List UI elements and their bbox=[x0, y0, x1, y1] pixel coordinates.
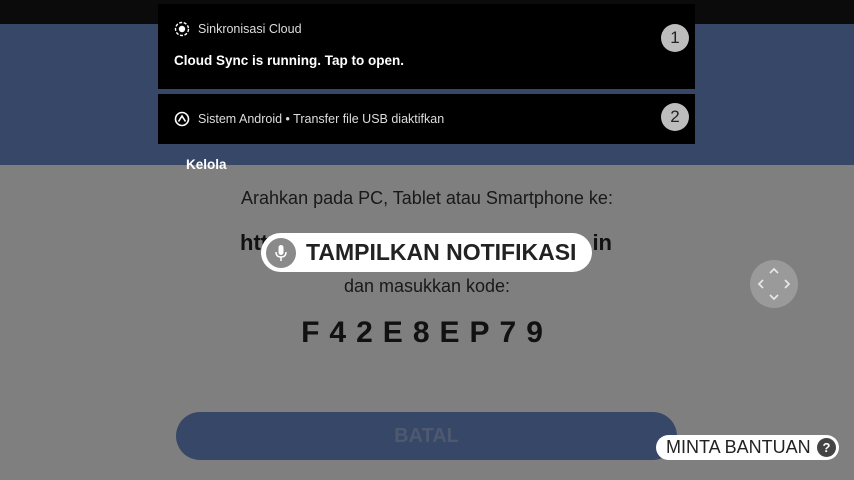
voice-hint-label: TAMPILKAN NOTIFIKASI bbox=[306, 239, 577, 265]
notification-app-name: Sistem Android • Transfer file USB diakt… bbox=[198, 112, 445, 126]
notification-app-name: Sinkronisasi Cloud bbox=[198, 22, 302, 36]
notification-badge-2: 2 bbox=[661, 103, 689, 131]
manage-notifications-link[interactable]: Kelola bbox=[186, 157, 227, 172]
voice-command-hint[interactable]: TAMPILKAN NOTIFIKASI bbox=[261, 233, 592, 272]
notification-cloud-sync[interactable] bbox=[158, 4, 695, 89]
microphone-icon bbox=[266, 237, 296, 268]
notification-badge-1: 1 bbox=[661, 24, 689, 52]
cloud-sync-icon bbox=[174, 21, 190, 37]
question-icon: ? bbox=[817, 438, 836, 457]
directional-arrows-icon bbox=[757, 267, 791, 301]
help-label: MINTA BANTUAN bbox=[666, 437, 811, 457]
navigation-pad[interactable] bbox=[750, 260, 798, 308]
android-system-icon bbox=[174, 111, 190, 127]
notification-title: Cloud Sync is running. Tap to open. bbox=[174, 53, 404, 68]
help-button[interactable]: MINTA BANTUAN ? bbox=[656, 435, 839, 460]
